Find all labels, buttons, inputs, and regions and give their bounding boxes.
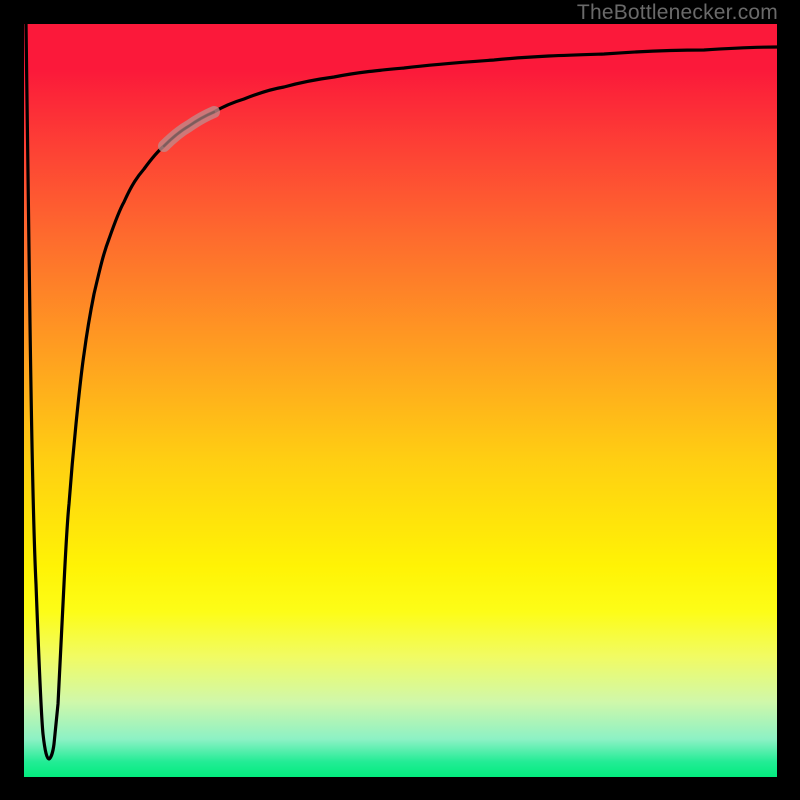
curve-layer bbox=[24, 24, 777, 777]
highlight-segment bbox=[164, 112, 214, 146]
plot-area bbox=[24, 24, 777, 777]
attribution-label: TheBottlenecker.com bbox=[577, 1, 778, 25]
bottleneck-curve bbox=[26, 24, 777, 759]
chart-frame: TheBottlenecker.com bbox=[0, 0, 800, 800]
